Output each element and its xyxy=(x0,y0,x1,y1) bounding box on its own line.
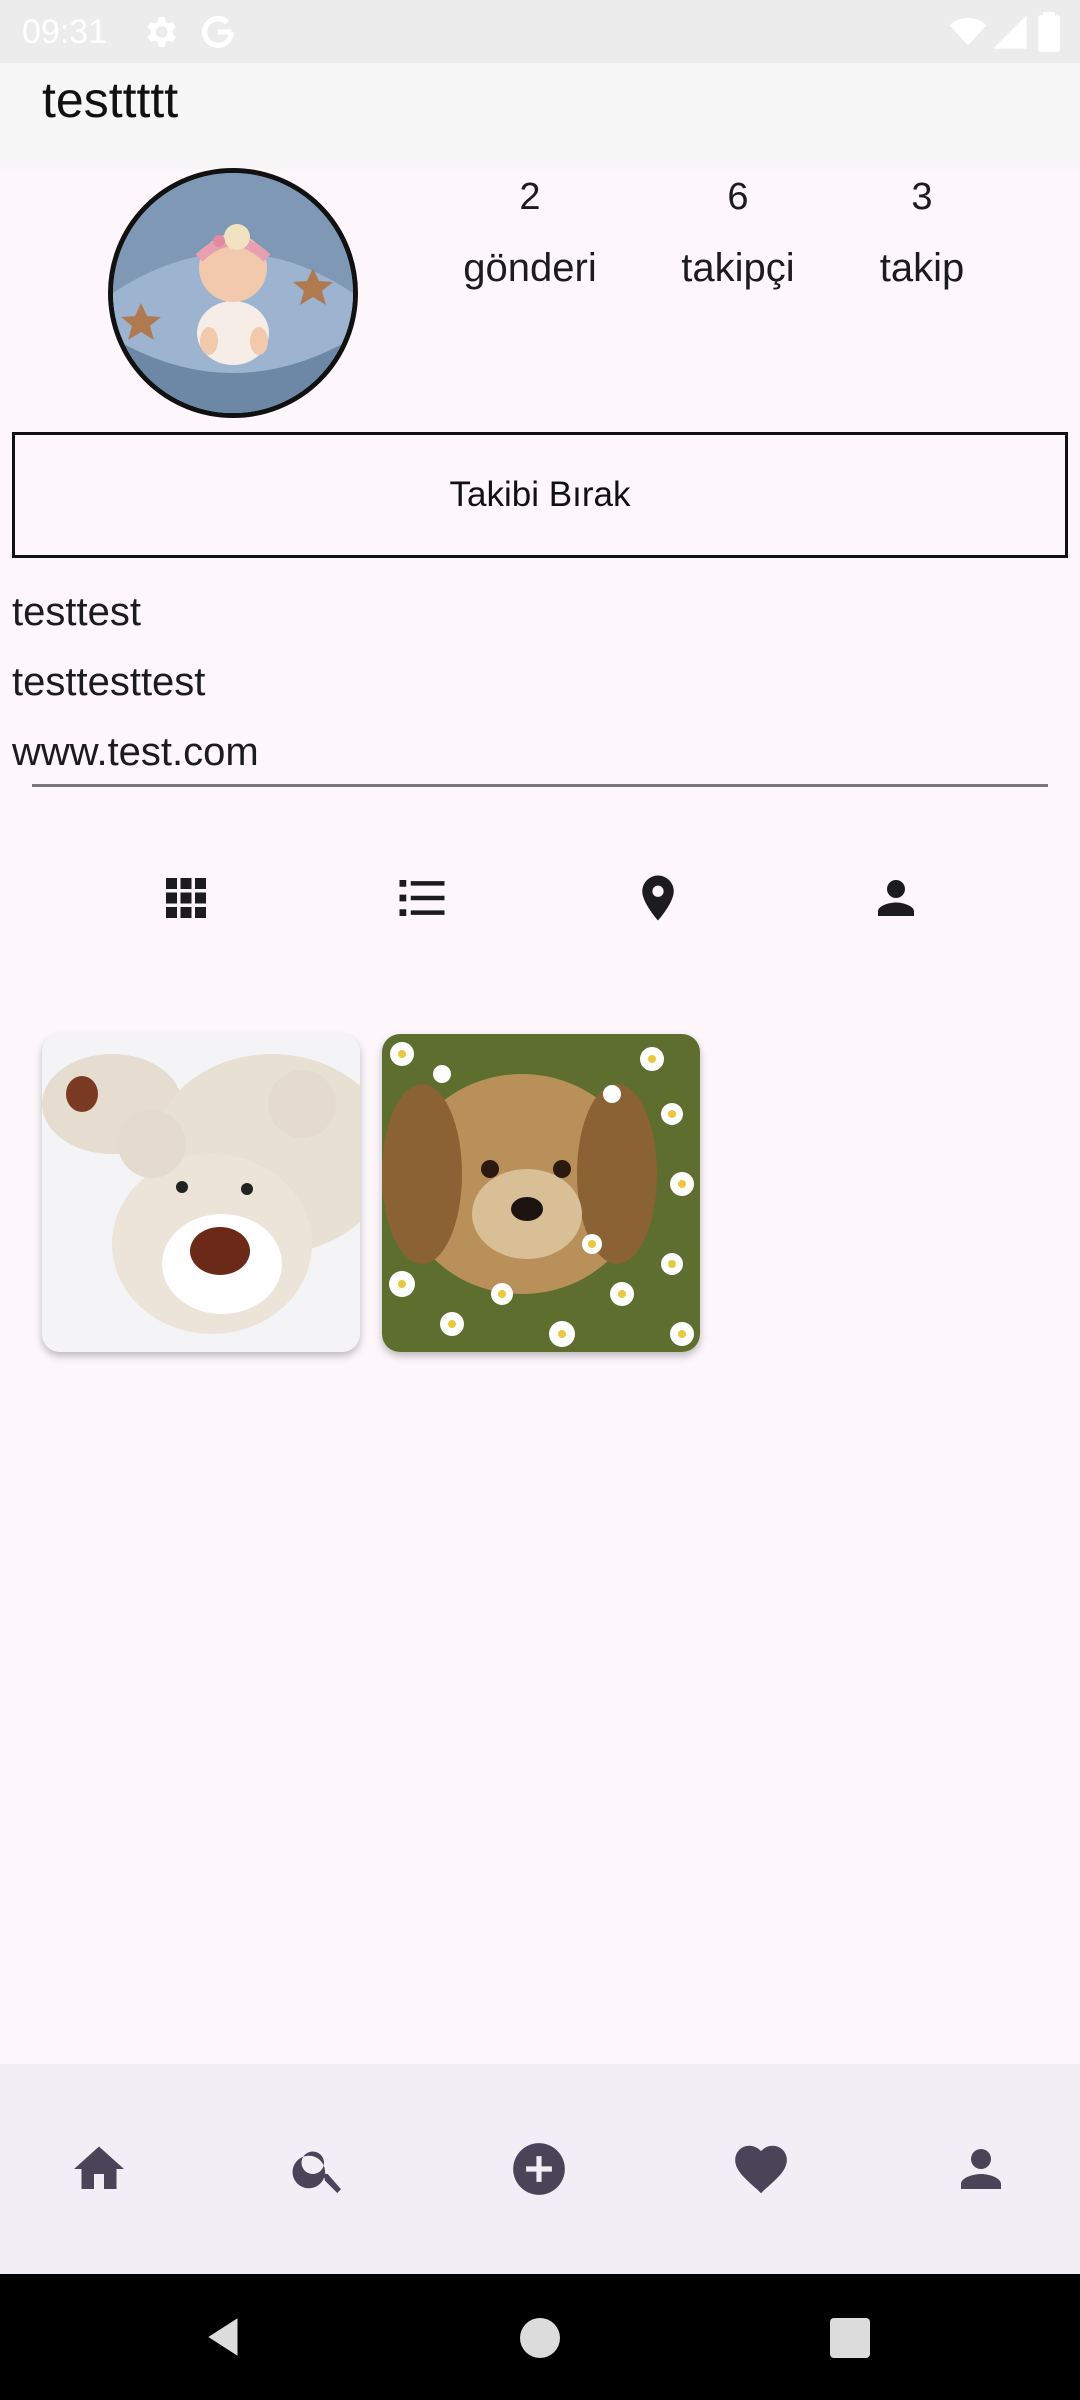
bio-name: testtest xyxy=(12,590,141,634)
bio-website-link[interactable]: www.test.com xyxy=(12,726,259,778)
post-thumbnail[interactable] xyxy=(42,1034,360,1352)
wifi-icon xyxy=(948,12,988,52)
settings-icon xyxy=(140,12,180,52)
home-icon[interactable] xyxy=(60,2130,138,2208)
grid-icon[interactable] xyxy=(148,860,224,936)
posts-label: gönderi xyxy=(463,246,597,290)
back-icon[interactable] xyxy=(200,2312,250,2362)
list-icon[interactable] xyxy=(384,860,460,936)
unfollow-button[interactable]: Takibi Bırak xyxy=(12,432,1068,558)
recents-icon[interactable] xyxy=(830,2318,870,2358)
google-icon xyxy=(198,12,238,52)
posts-count: 2 xyxy=(519,176,541,218)
teddy-bear-photo xyxy=(42,1034,360,1352)
profile-avatar[interactable] xyxy=(108,168,358,418)
followers-count[interactable]: 6 xyxy=(638,172,838,222)
person-icon[interactable] xyxy=(858,860,934,936)
person-icon[interactable] xyxy=(942,2130,1020,2208)
add-circle-icon[interactable] xyxy=(500,2130,578,2208)
search-icon[interactable] xyxy=(280,2130,358,2208)
location-icon[interactable] xyxy=(620,860,696,936)
baby-photo xyxy=(113,173,353,413)
profile-username: testtttt xyxy=(42,72,179,128)
signal-icon xyxy=(990,12,1030,52)
heart-icon[interactable] xyxy=(722,2130,800,2208)
status-time: 09:31 xyxy=(22,13,108,51)
post-thumbnail[interactable] xyxy=(382,1034,700,1352)
bio-description: testtesttest xyxy=(12,660,206,704)
divider xyxy=(32,784,1048,787)
followers-label[interactable]: takipçi xyxy=(638,242,838,294)
dog-photo xyxy=(382,1034,700,1352)
battery-icon xyxy=(1036,12,1062,53)
following-count[interactable]: 3 xyxy=(842,172,1002,222)
following-label[interactable]: takip xyxy=(842,242,1002,294)
home-circle-icon[interactable] xyxy=(520,2318,560,2358)
